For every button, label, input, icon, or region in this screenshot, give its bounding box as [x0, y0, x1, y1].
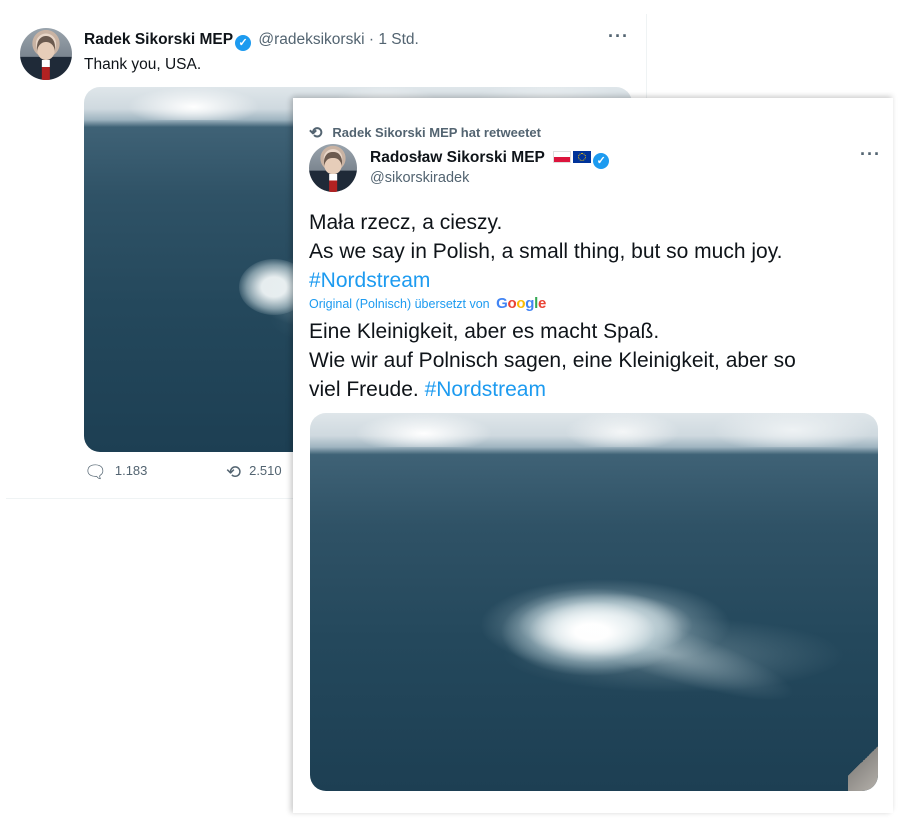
front-tweet[interactable]: ⟲ Radek Sikorski MEP hat retweetet Radosł… [293, 98, 893, 813]
reply-icon: 🗨︎ [84, 462, 107, 482]
hashtag-link[interactable]: #Nordstream [309, 269, 430, 292]
translation-notice-text: Original (Polnisch) übersetzt von [309, 297, 490, 311]
retweet-notice: ⟲ Radek Sikorski MEP hat retweetet [309, 123, 541, 143]
translated-text-line-2: Wie wir auf Polnisch sagen, eine Kleinig… [309, 349, 796, 372]
more-options-icon[interactable]: ··· [608, 26, 629, 47]
hashtag-line: #Nordstream [309, 266, 430, 295]
google-logo: Google [496, 295, 547, 312]
author-name[interactable]: Radosław Sikorski MEP [370, 149, 545, 166]
translated-text-end: viel Freude. [309, 378, 419, 401]
poland-flag-icon [553, 151, 572, 163]
verified-badge-icon: ✓ [593, 153, 610, 169]
retweet-icon: ⟲ [226, 462, 242, 482]
reply-count: 1.183 [114, 463, 148, 478]
translated-text-line-1: Eine Kleinigkeit, aber es macht Spaß. [309, 320, 660, 343]
tweet-text-polish: Mała rzecz, a cieszy. [309, 211, 503, 234]
translation-notice[interactable]: Original (Polnisch) übersetzt von Google [309, 295, 546, 312]
author-avatar[interactable] [20, 28, 72, 80]
tweet-image[interactable] [310, 413, 878, 791]
hashtag-link[interactable]: #Nordstream [425, 378, 546, 401]
aircraft-wing-edge [848, 731, 878, 791]
tweet-header: Radosław Sikorski MEP ✓ [370, 149, 612, 169]
retweet-button[interactable]: ⟲ 2.510 [226, 462, 282, 483]
more-options-icon[interactable]: ··· [860, 144, 881, 165]
retweet-count: 2.510 [249, 463, 282, 478]
verified-badge-icon: ✓ [235, 35, 252, 51]
translated-text-line-3: viel Freude. #Nordstream [309, 375, 546, 404]
author-handle[interactable]: @radeksikorski [258, 31, 364, 48]
tweet-text-english: As we say in Polish, a small thing, but … [309, 240, 783, 263]
gas-bubble-area [475, 588, 735, 698]
retweet-notice-text[interactable]: Radek Sikorski MEP hat retweetet [332, 125, 541, 140]
eu-flag-icon [573, 151, 592, 163]
tweet-time[interactable]: 1 Std. [378, 31, 419, 48]
retweet-icon: ⟲ [309, 125, 323, 142]
tweet-header: Radek Sikorski MEP ✓ @radeksikorski · 1 S… [84, 31, 419, 51]
author-handle[interactable]: @sikorskiradek [370, 170, 469, 186]
reply-button[interactable]: 🗨︎ 1.183 [84, 462, 147, 483]
separator-dot: · [368, 31, 375, 48]
author-avatar[interactable] [309, 144, 357, 192]
author-name[interactable]: Radek Sikorski MEP [84, 31, 233, 48]
tweet-text: Thank you, USA. [84, 56, 202, 73]
